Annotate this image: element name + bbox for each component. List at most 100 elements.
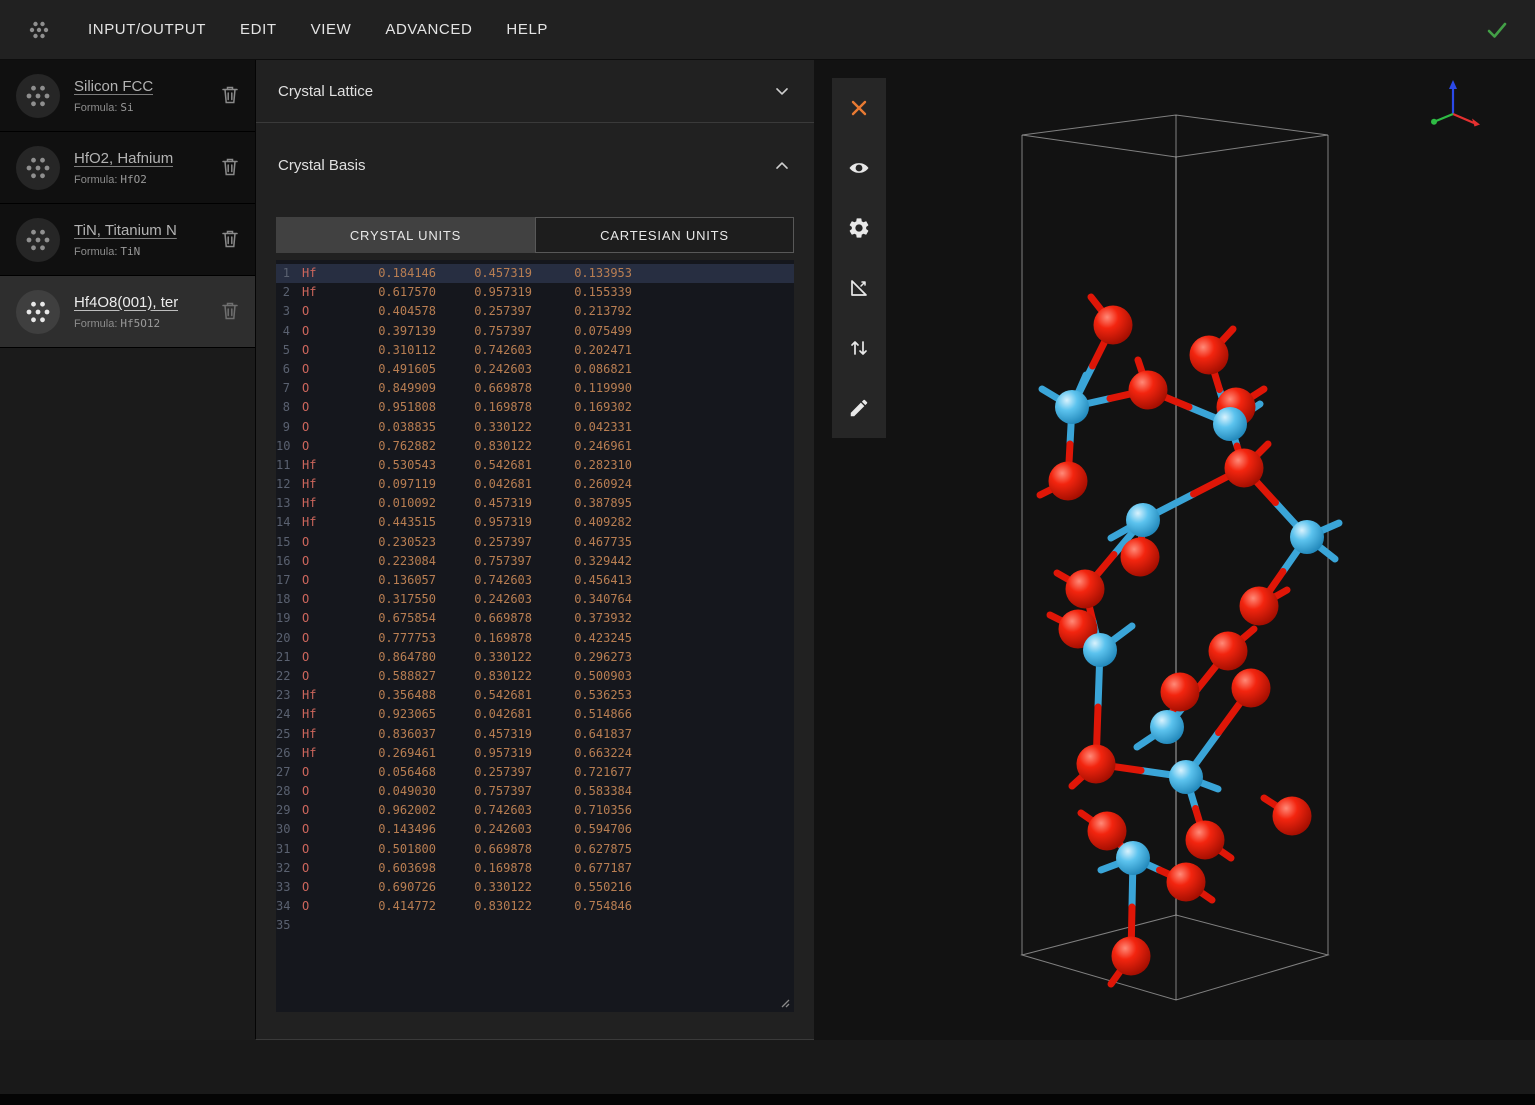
editor-line[interactable]: 18O0.3175500.2426030.340764 (276, 590, 794, 609)
material-name[interactable]: TiN, Titanium N (74, 222, 177, 239)
menu-advanced[interactable]: ADVANCED (385, 21, 472, 38)
atom-sphere-O[interactable] (1129, 371, 1168, 410)
edit-tool-button[interactable] (832, 378, 886, 438)
basis-code-editor[interactable]: 1Hf0.1841460.4573190.1339532Hf0.6175700.… (276, 260, 794, 1012)
editor-line[interactable]: 1Hf0.1841460.4573190.133953 (276, 264, 794, 283)
atom-sphere-O[interactable] (1077, 745, 1116, 784)
menu-view[interactable]: VIEW (311, 21, 352, 38)
tab-cartesian-units[interactable]: CARTESIAN UNITS (535, 217, 794, 253)
editor-line[interactable]: 21O0.8647800.3301220.296273 (276, 648, 794, 667)
atom-sphere-Hf[interactable] (1150, 710, 1184, 744)
material-name[interactable]: Silicon FCC (74, 78, 153, 95)
editor-line[interactable]: 34O0.4147720.8301220.754846 (276, 897, 794, 916)
menu-items: INPUT/OUTPUT EDIT VIEW ADVANCED HELP (88, 21, 582, 38)
atom-sphere-O[interactable] (1186, 821, 1225, 860)
viewport-canvas[interactable] (814, 60, 1535, 1040)
menu-edit[interactable]: EDIT (240, 21, 277, 38)
delete-material-button[interactable] (221, 84, 239, 107)
editor-line[interactable]: 17O0.1360570.7426030.456413 (276, 571, 794, 590)
material-formula: Formula:TiN (74, 245, 177, 258)
atom-sphere-Hf[interactable] (1126, 503, 1160, 537)
editor-line[interactable]: 10O0.7628820.8301220.246961 (276, 437, 794, 456)
axes-gizmo[interactable] (1423, 74, 1487, 138)
editor-line-empty[interactable]: 35 (276, 916, 794, 935)
delete-material-button[interactable] (221, 156, 239, 179)
editor-line[interactable]: 8O0.9518080.1698780.169302 (276, 398, 794, 417)
editor-line[interactable]: 15O0.2305230.2573970.467735 (276, 533, 794, 552)
editor-line[interactable]: 27O0.0564680.2573970.721677 (276, 763, 794, 782)
editor-line[interactable]: 11Hf0.5305430.5426810.282310 (276, 456, 794, 475)
atom-sphere-Hf[interactable] (1055, 390, 1089, 424)
editor-line[interactable]: 12Hf0.0971190.0426810.260924 (276, 475, 794, 494)
menu-help[interactable]: HELP (506, 21, 548, 38)
crystal-lattice-header[interactable]: Crystal Lattice (256, 60, 814, 123)
editor-line[interactable]: 30O0.1434960.2426030.594706 (276, 820, 794, 839)
delete-material-button[interactable] (221, 228, 239, 251)
editor-line[interactable]: 9O0.0388350.3301220.042331 (276, 418, 794, 437)
atom-sphere-Hf[interactable] (1083, 633, 1117, 667)
editor-line[interactable]: 19O0.6758540.6698780.373932 (276, 609, 794, 628)
material-item-hf4o8-selected[interactable]: Hf4O8(001), ter Formula:Hf5O12 (0, 276, 255, 348)
editor-line[interactable]: 31O0.5018000.6698780.627875 (276, 840, 794, 859)
atom-sphere-O[interactable] (1088, 812, 1127, 851)
editor-line[interactable]: 28O0.0490300.7573970.583384 (276, 782, 794, 801)
atom-sphere-O[interactable] (1209, 632, 1248, 671)
editor-line[interactable]: 14Hf0.4435150.9573190.409282 (276, 513, 794, 532)
material-item-tin[interactable]: TiN, Titanium N Formula:TiN (0, 204, 255, 276)
editor-line[interactable]: 26Hf0.2694610.9573190.663224 (276, 744, 794, 763)
editor-line[interactable]: 2Hf0.6175700.9573190.155339 (276, 283, 794, 302)
editor-line[interactable]: 23Hf0.3564880.5426810.536253 (276, 686, 794, 705)
menu-input-output[interactable]: INPUT/OUTPUT (88, 21, 206, 38)
atom-sphere-O[interactable] (1049, 462, 1088, 501)
material-name[interactable]: HfO2, Hafnium (74, 150, 173, 167)
crystal-basis-header[interactable]: Crystal Basis (256, 123, 814, 208)
atom-sphere-Hf[interactable] (1290, 520, 1324, 554)
editor-line[interactable]: 33O0.6907260.3301220.550216 (276, 878, 794, 897)
atom-sphere-Hf[interactable] (1213, 407, 1247, 441)
material-info: TiN, Titanium N Formula:TiN (74, 222, 177, 258)
editor-line[interactable]: 20O0.7777530.1698780.423245 (276, 629, 794, 648)
editor-resize-handle[interactable] (775, 993, 791, 1009)
atom-sphere-O[interactable] (1121, 538, 1160, 577)
atom-sphere-O[interactable] (1240, 587, 1279, 626)
editor-line[interactable]: 29O0.9620020.7426030.710356 (276, 801, 794, 820)
measure-tool-button[interactable] (832, 258, 886, 318)
editor-line[interactable]: 22O0.5888270.8301220.500903 (276, 667, 794, 686)
material-item-silicon-fcc[interactable]: Silicon FCC Formula:Si (0, 60, 255, 132)
editor-line[interactable]: 3O0.4045780.2573970.213792 (276, 302, 794, 321)
editor-line[interactable]: 13Hf0.0100920.4573190.387895 (276, 494, 794, 513)
trash-icon (221, 156, 239, 176)
material-item-hfo2[interactable]: HfO2, Hafnium Formula:HfO2 (0, 132, 255, 204)
atom-sphere-O[interactable] (1190, 336, 1229, 375)
viewer-settings-button[interactable] (832, 198, 886, 258)
close-viewer-button[interactable] (832, 78, 886, 138)
atom-sphere-Hf[interactable] (1116, 841, 1150, 875)
atom-sphere-O[interactable] (1094, 306, 1133, 345)
atom-sphere-O[interactable] (1066, 570, 1105, 609)
delete-material-button[interactable] (221, 300, 239, 323)
atom-sphere-Hf[interactable] (1169, 760, 1203, 794)
editor-line[interactable]: 32O0.6036980.1698780.677187 (276, 859, 794, 878)
atom-sphere-O[interactable] (1225, 449, 1264, 488)
editor-line[interactable]: 16O0.2230840.7573970.329442 (276, 552, 794, 571)
swap-axes-button[interactable] (832, 318, 886, 378)
editor-line[interactable]: 5O0.3101120.7426030.202471 (276, 341, 794, 360)
tab-crystal-units[interactable]: CRYSTAL UNITS (276, 217, 535, 253)
atom-sphere-O[interactable] (1112, 937, 1151, 976)
editor-line[interactable]: 24Hf0.9230650.0426810.514866 (276, 705, 794, 724)
atom-sphere-O[interactable] (1161, 673, 1200, 712)
app-logo-icon[interactable] (24, 15, 54, 45)
editor-line[interactable]: 7O0.8499090.6698780.119990 (276, 379, 794, 398)
visibility-icon (847, 156, 871, 180)
atom-sphere-O[interactable] (1273, 797, 1312, 836)
editor-panel: Crystal Lattice Crystal Basis CRYSTAL UN… (255, 60, 814, 1040)
atom-sphere-O[interactable] (1167, 863, 1206, 902)
editor-line[interactable]: 4O0.3971390.7573970.075499 (276, 322, 794, 341)
material-name[interactable]: Hf4O8(001), ter (74, 294, 178, 311)
save-check-icon[interactable] (1485, 18, 1509, 42)
trash-icon (221, 84, 239, 104)
atom-sphere-O[interactable] (1232, 669, 1271, 708)
editor-line[interactable]: 25Hf0.8360370.4573190.641837 (276, 725, 794, 744)
toggle-visibility-button[interactable] (832, 138, 886, 198)
editor-line[interactable]: 6O0.4916050.2426030.086821 (276, 360, 794, 379)
